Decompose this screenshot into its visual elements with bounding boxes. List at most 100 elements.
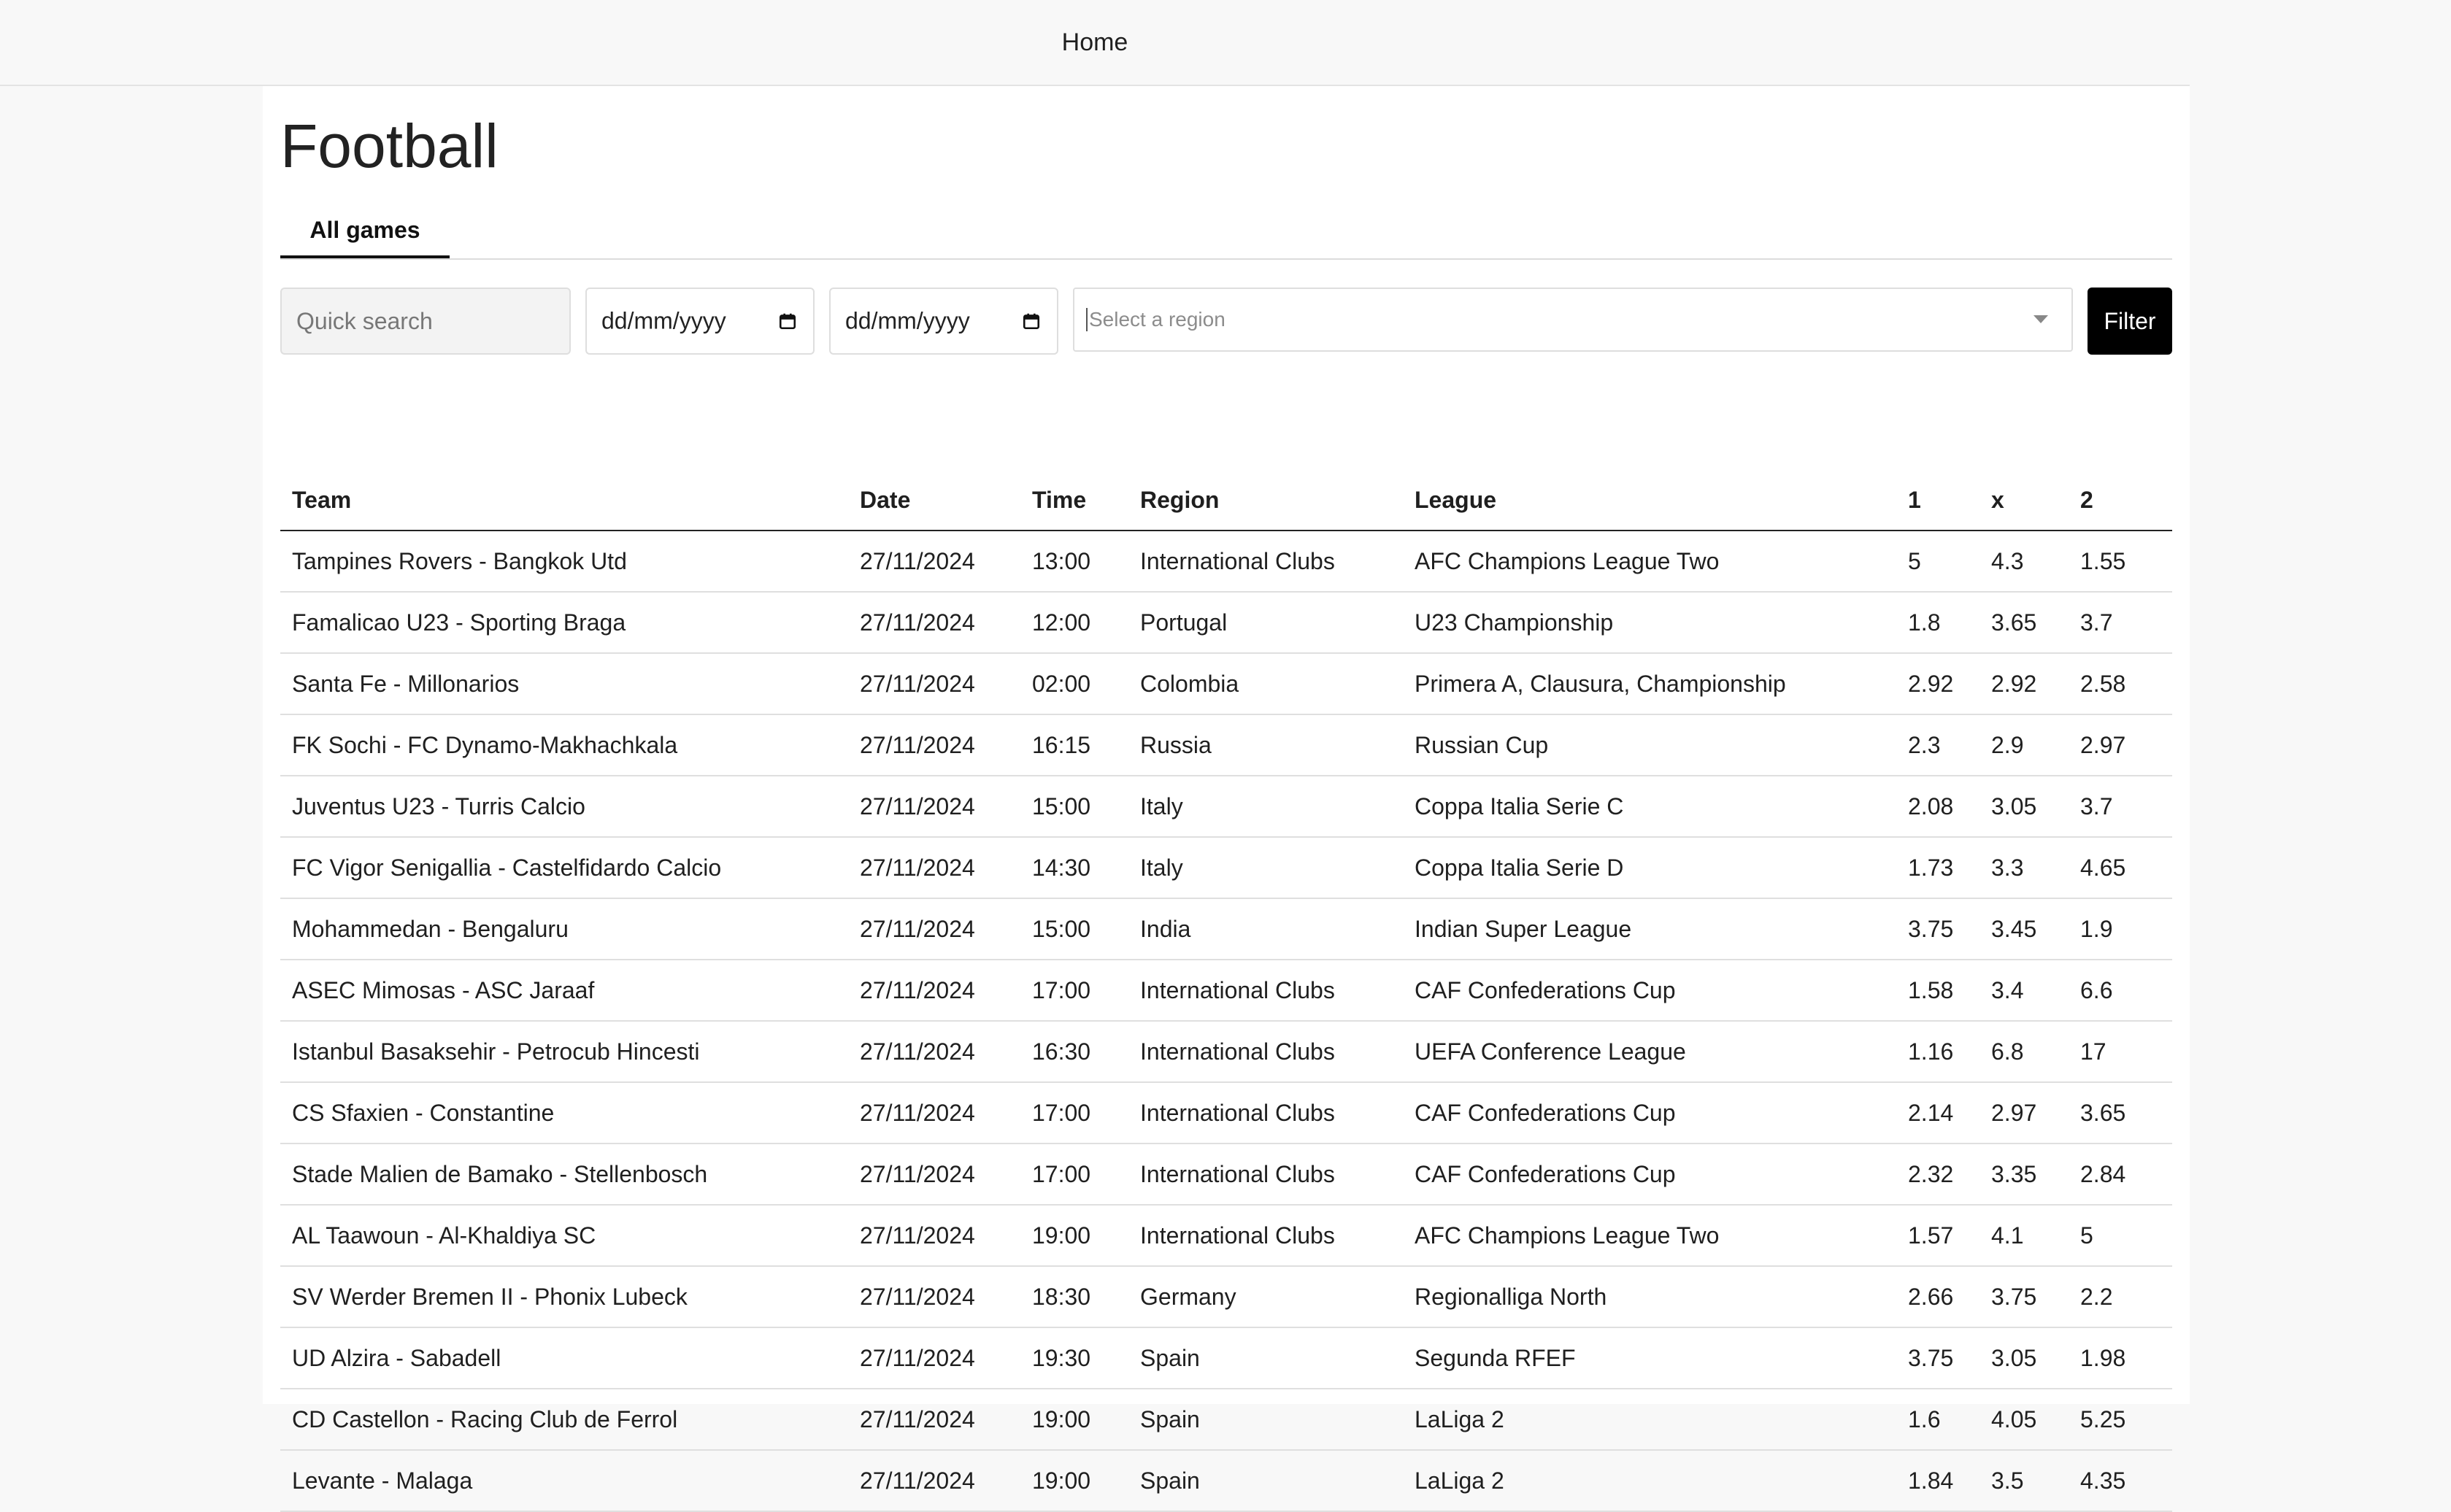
time-cell: 19:00	[1020, 1450, 1128, 1512]
odds-2-cell: 1.98	[2069, 1327, 2172, 1389]
time-cell: 13:00	[1020, 531, 1128, 593]
odds-2-cell: 6.6	[2069, 960, 2172, 1022]
date-cell: 27/11/2024	[848, 1143, 1020, 1206]
date-cell: 27/11/2024	[848, 837, 1020, 899]
date-cell: 27/11/2024	[848, 1327, 1020, 1389]
league-cell: Indian Super League	[1403, 898, 1896, 960]
date-from-field[interactable]: dd/mm/yyyy	[585, 288, 815, 355]
odds-2-cell: 2.58	[2069, 653, 2172, 715]
team-cell: CD Castellon - Racing Club de Ferrol	[280, 1389, 848, 1451]
region-cell: Russia	[1128, 714, 1403, 776]
odds-1-cell: 3.75	[1896, 898, 1979, 960]
main-container: Football All games dd/mm/yyyy dd/mm/yyyy	[263, 86, 2190, 1512]
league-cell: Coppa Italia Serie C	[1403, 776, 1896, 838]
team-cell: UD Alzira - Sabadell	[280, 1327, 848, 1389]
odds-1-cell: 5	[1896, 531, 1979, 593]
chevron-down-icon[interactable]	[2033, 315, 2048, 323]
header-odds-2: 2	[2069, 470, 2172, 531]
odds-2-cell: 2.97	[2069, 714, 2172, 776]
region-cell: Spain	[1128, 1327, 1403, 1389]
table-row: Tampines Rovers - Bangkok Utd 27/11/2024 1…	[280, 531, 2172, 593]
region-select[interactable]: Select a region	[1073, 288, 2073, 352]
header-time: Time	[1020, 470, 1128, 531]
date-cell: 27/11/2024	[848, 714, 1020, 776]
team-cell: Santa Fe - Millonarios	[280, 653, 848, 715]
calendar-icon[interactable]	[1022, 312, 1041, 331]
time-cell: 15:00	[1020, 776, 1128, 838]
odds-x-cell: 3.5	[1979, 1450, 2069, 1512]
odds-2-cell: 3.7	[2069, 776, 2172, 838]
table-row: FC Vigor Senigallia - Castelfidardo Calc…	[280, 837, 2172, 899]
region-cell: Germany	[1128, 1266, 1403, 1328]
filter-button[interactable]: Filter	[2088, 288, 2172, 355]
date-to-field[interactable]: dd/mm/yyyy	[829, 288, 1058, 355]
home-link[interactable]: Home	[1062, 28, 1128, 57]
table-row: Juventus U23 - Turris Calcio 27/11/2024 15…	[280, 776, 2172, 838]
team-cell: Stade Malien de Bamako - Stellenbosch	[280, 1143, 848, 1206]
region-cell: Spain	[1128, 1450, 1403, 1512]
header-odds-1: 1	[1896, 470, 1979, 531]
date-cell: 27/11/2024	[848, 531, 1020, 593]
calendar-icon[interactable]	[778, 312, 797, 331]
league-cell: CAF Confederations Cup	[1403, 1082, 1896, 1144]
team-cell: Tampines Rovers - Bangkok Utd	[280, 531, 848, 593]
league-cell: LaLiga 2	[1403, 1389, 1896, 1451]
date-to-input[interactable]: dd/mm/yyyy	[845, 308, 970, 335]
date-cell: 27/11/2024	[848, 1266, 1020, 1328]
tab-all-games[interactable]: All games	[280, 204, 450, 258]
time-cell: 19:00	[1020, 1205, 1128, 1267]
table-row: Mohammedan - Bengaluru 27/11/2024 15:00 Ind…	[280, 898, 2172, 960]
odds-1-cell: 1.6	[1896, 1389, 1979, 1451]
header-date: Date	[848, 470, 1020, 531]
header-league: League	[1403, 470, 1896, 531]
odds-1-cell: 2.32	[1896, 1143, 1979, 1206]
team-cell: FK Sochi - FC Dynamo-Makhachkala	[280, 714, 848, 776]
league-cell: Regionalliga North	[1403, 1266, 1896, 1328]
region-cell: International Clubs	[1128, 531, 1403, 593]
team-cell: AL Taawoun - Al-Khaldiya SC	[280, 1205, 848, 1267]
league-cell: LaLiga 2	[1403, 1450, 1896, 1512]
region-cell: International Clubs	[1128, 1205, 1403, 1267]
region-cell: Italy	[1128, 776, 1403, 838]
table-row: FK Sochi - FC Dynamo-Makhachkala 27/11/20…	[280, 714, 2172, 776]
region-cell: International Clubs	[1128, 1021, 1403, 1083]
table-header-row: Team Date Time Region League 1 x 2	[280, 470, 2172, 531]
table-row: Stade Malien de Bamako - Stellenbosch 27/…	[280, 1143, 2172, 1206]
table-row: ASEC Mimosas - ASC Jaraaf 27/11/2024 17:00…	[280, 960, 2172, 1022]
date-cell: 27/11/2024	[848, 1450, 1020, 1512]
odds-2-cell: 3.65	[2069, 1082, 2172, 1144]
quick-search-input[interactable]	[282, 307, 569, 335]
team-cell: ASEC Mimosas - ASC Jaraaf	[280, 960, 848, 1022]
table-row: Famalicao U23 - Sporting Braga 27/11/2024…	[280, 592, 2172, 654]
date-cell: 27/11/2024	[848, 592, 1020, 654]
odds-x-cell: 3.05	[1979, 776, 2069, 838]
table-row: Istanbul Basaksehir - Petrocub Hincesti 2…	[280, 1021, 2172, 1083]
odds-x-cell: 2.9	[1979, 714, 2069, 776]
odds-2-cell: 1.9	[2069, 898, 2172, 960]
date-from-input[interactable]: dd/mm/yyyy	[601, 308, 726, 335]
games-table: Team Date Time Region League 1 x 2 Tampi…	[280, 470, 2172, 1512]
time-cell: 16:15	[1020, 714, 1128, 776]
table-row: UD Alzira - Sabadell 27/11/2024 19:30 Spain…	[280, 1327, 2172, 1389]
date-cell: 27/11/2024	[848, 1021, 1020, 1083]
time-cell: 19:30	[1020, 1327, 1128, 1389]
team-cell: Levante - Malaga	[280, 1450, 848, 1512]
region-cell: India	[1128, 898, 1403, 960]
odds-2-cell: 4.35	[2069, 1450, 2172, 1512]
region-cell: International Clubs	[1128, 1082, 1403, 1144]
league-cell: UEFA Conference League	[1403, 1021, 1896, 1083]
odds-2-cell: 5	[2069, 1205, 2172, 1267]
odds-2-cell: 5.25	[2069, 1389, 2172, 1451]
region-cell: International Clubs	[1128, 960, 1403, 1022]
odds-1-cell: 2.08	[1896, 776, 1979, 838]
odds-x-cell: 3.65	[1979, 592, 2069, 654]
league-cell: Segunda RFEF	[1403, 1327, 1896, 1389]
odds-x-cell: 3.45	[1979, 898, 2069, 960]
odds-x-cell: 3.35	[1979, 1143, 2069, 1206]
date-cell: 27/11/2024	[848, 776, 1020, 838]
time-cell: 02:00	[1020, 653, 1128, 715]
team-cell: Famalicao U23 - Sporting Braga	[280, 592, 848, 654]
odds-x-cell: 3.05	[1979, 1327, 2069, 1389]
odds-x-cell: 6.8	[1979, 1021, 2069, 1083]
time-cell: 15:00	[1020, 898, 1128, 960]
